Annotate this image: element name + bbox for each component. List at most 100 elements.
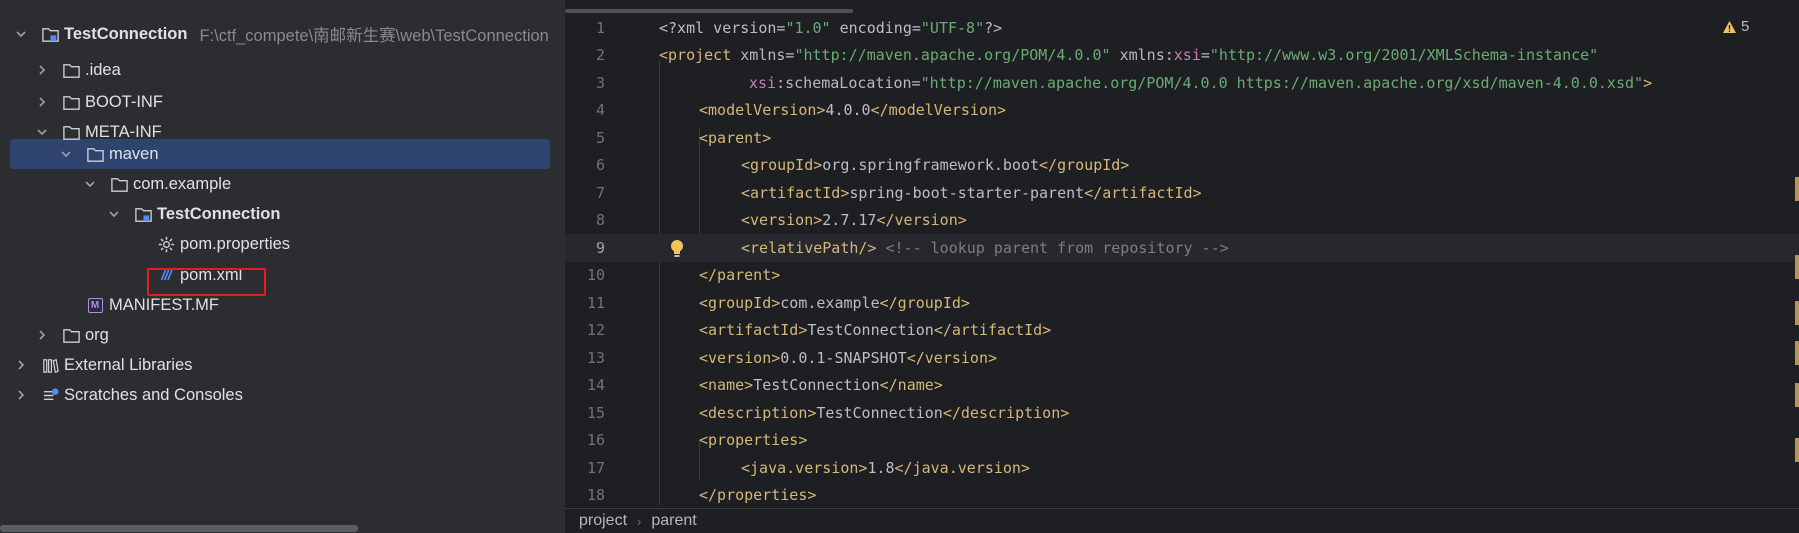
manifest-icon-glyph: M	[87, 297, 103, 313]
change-marker[interactable]	[1795, 177, 1799, 201]
chevron-down-icon[interactable]	[83, 177, 97, 191]
code-token: <properties>	[699, 431, 808, 450]
chevron-right-icon[interactable]	[35, 63, 49, 77]
code-token: </artifactId>	[933, 321, 1052, 340]
tree-item-label: BOOT-INF	[85, 92, 163, 111]
code-token: </version>	[876, 211, 967, 230]
module-folder-icon	[40, 24, 60, 44]
tree-item-boot-inf[interactable]: BOOT-INF	[0, 87, 565, 117]
code-line[interactable]: 7 <artifactId>spring-boot-starter-parent…	[565, 179, 1799, 207]
code-line[interactable]: 5 <parent>	[565, 124, 1799, 152]
gear-icon	[156, 234, 176, 254]
editor-tab-scrollbar[interactable]	[565, 9, 853, 13]
tree-horizontal-scrollbar[interactable]	[0, 525, 358, 532]
code-token: <name>	[699, 376, 754, 395]
tree-item-label: pom.properties	[180, 234, 291, 253]
chevron-right-icon[interactable]	[35, 328, 49, 342]
line-number: 2	[595, 46, 605, 65]
line-number: 13	[586, 348, 605, 367]
code-line[interactable]: 3 xsi:schemaLocation="http://maven.apach…	[565, 69, 1799, 97]
code-line[interactable]: 16 <properties>	[565, 427, 1799, 455]
line-number: 8	[595, 211, 605, 230]
change-marker[interactable]	[1795, 341, 1799, 365]
code-line[interactable]: 10 </parent>	[565, 262, 1799, 290]
tree-item-label: .idea	[85, 60, 121, 79]
folder-icon	[109, 174, 129, 194]
tree-item-scratches[interactable]: Scratches and Consoles	[0, 380, 565, 410]
code-line[interactable]: 4 <modelVersion>4.0.0</modelVersion>	[565, 97, 1799, 125]
code-token: </java.version>	[894, 458, 1030, 477]
line-number: 15	[586, 403, 605, 422]
code-token: </description>	[942, 403, 1070, 422]
code-line[interactable]: 2 <project xmlns="http://maven.apache.or…	[565, 42, 1799, 70]
code-token: <artifactId>	[699, 321, 808, 340]
breadcrumb-item-project[interactable]: project	[579, 512, 627, 530]
tree-item-idea[interactable]: .idea	[0, 55, 565, 85]
line-number: 10	[586, 266, 605, 285]
tree-item-org[interactable]: org	[0, 320, 565, 350]
library-icon	[40, 355, 60, 375]
tree-root-testconnection[interactable]: TestConnection F:\ctf_compete\南邮新生赛\web\…	[0, 19, 565, 49]
change-marker[interactable]	[1795, 301, 1799, 325]
tree-item-label: Scratches and Consoles	[64, 385, 243, 404]
code-token: <?xml version=	[659, 18, 786, 37]
change-marker[interactable]	[1795, 255, 1799, 279]
chevron-right-icon[interactable]	[35, 95, 49, 109]
code-editor[interactable]: 5 1 <?xml version="1.0" encoding="UTF-8"…	[565, 0, 1799, 533]
line-number: 12	[586, 321, 605, 340]
chevron-down-icon[interactable]	[107, 207, 121, 221]
code-token: >	[1643, 73, 1653, 92]
change-marker[interactable]	[1795, 383, 1799, 407]
code-token: =	[1200, 46, 1210, 65]
code-line[interactable]: 13 <version>0.0.1-SNAPSHOT</version>	[565, 344, 1799, 372]
change-marker[interactable]	[1795, 438, 1799, 462]
code-token: org.springframework.boot	[822, 156, 1040, 175]
editor-breadcrumb: project › parent	[565, 508, 1799, 533]
code-line-current[interactable]: 9 <relativePath/> <!-- lookup parent fro…	[565, 234, 1799, 262]
tree-item-external-libraries[interactable]: External Libraries	[0, 350, 565, 380]
chevron-down-icon[interactable]	[59, 147, 73, 161]
code-line[interactable]: 8 <version>2.7.17</version>	[565, 207, 1799, 235]
code-line[interactable]: 11 <groupId>com.example</groupId>	[565, 289, 1799, 317]
line-number: 14	[586, 376, 605, 395]
code-line[interactable]: 15 <description>TestConnection</descript…	[565, 399, 1799, 427]
chevron-down-icon[interactable]	[35, 125, 49, 139]
code-token: </version>	[906, 348, 998, 367]
tree-item-pom-properties[interactable]: pom.properties	[0, 229, 565, 259]
tree-item-maven[interactable]: maven	[0, 139, 565, 169]
code-token: :schemaLocation=	[776, 73, 921, 92]
code-token: TestConnection	[807, 321, 934, 340]
code-token: "1.0"	[785, 18, 831, 37]
breadcrumb-item-parent[interactable]: parent	[651, 512, 696, 530]
code-token: "http://www.w3.org/2001/XMLSchema-instan…	[1209, 46, 1599, 65]
tree-item-pom-xml[interactable]: /// pom.xml	[0, 260, 565, 290]
code-token: <parent>	[699, 128, 772, 147]
tree-item-com-example[interactable]: com.example	[0, 169, 565, 199]
line-number: 18	[586, 486, 605, 505]
lightbulb-icon[interactable]	[669, 239, 685, 259]
code-token: xmlns=	[731, 46, 795, 65]
line-number: 6	[595, 156, 605, 175]
code-token: TestConnection	[816, 403, 943, 422]
code-line[interactable]: 12 <artifactId>TestConnection</artifactI…	[565, 317, 1799, 345]
code-token: </name>	[879, 376, 943, 395]
code-line[interactable]: 17 <java.version>1.8</java.version>	[565, 454, 1799, 482]
code-line[interactable]: 6 <groupId>org.springframework.boot</gro…	[565, 152, 1799, 180]
chevron-down-icon[interactable]	[14, 27, 28, 41]
code-token: </artifactId>	[1084, 183, 1202, 202]
code-line[interactable]: 1 <?xml version="1.0" encoding="UTF-8"?>	[565, 14, 1799, 42]
code-token: xmlns:	[1110, 46, 1174, 65]
tree-item-manifest[interactable]: M MANIFEST.MF	[0, 290, 565, 320]
code-line[interactable]: 18 </properties>	[565, 482, 1799, 510]
folder-icon	[61, 92, 81, 112]
tree-item-label: org	[85, 325, 109, 344]
code-token: <!-- lookup parent from repository -->	[876, 238, 1229, 257]
chevron-right-icon[interactable]	[14, 388, 28, 402]
code-line[interactable]: 14 <name>TestConnection</name>	[565, 372, 1799, 400]
manifest-file-icon: M	[85, 295, 105, 315]
tree-item-testconnection[interactable]: TestConnection	[0, 199, 565, 229]
code-token: 4.0.0	[825, 101, 871, 120]
code-token: encoding=	[830, 18, 921, 37]
chevron-right-icon[interactable]	[14, 358, 28, 372]
code-token: 1.8	[867, 458, 895, 477]
